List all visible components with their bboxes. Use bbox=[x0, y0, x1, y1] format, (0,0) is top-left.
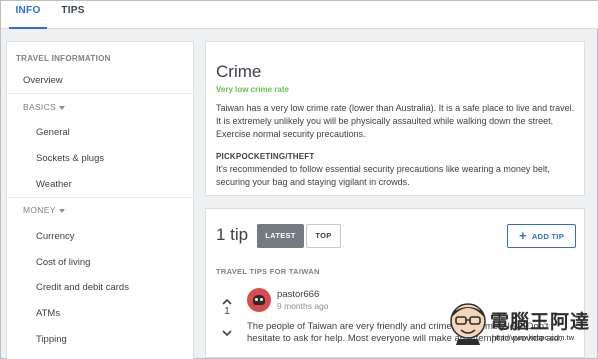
tab-tips[interactable]: TIPS bbox=[61, 1, 85, 29]
sidebar-item-weather[interactable]: Weather bbox=[7, 179, 193, 190]
sidebar-group-money[interactable]: MONEY bbox=[23, 205, 65, 215]
sidebar-item-sockets-plugs[interactable]: Sockets & plugs bbox=[7, 153, 193, 164]
top-button[interactable]: TOP bbox=[306, 224, 341, 248]
sidebar-divider bbox=[7, 93, 193, 94]
crime-description: Taiwan has a very low crime rate (lower … bbox=[216, 103, 575, 139]
sidebar-group-basics[interactable]: BASICS bbox=[23, 102, 65, 112]
sidebar-heading: TRAVEL INFORMATION bbox=[16, 54, 111, 63]
vote-count: 1 bbox=[224, 306, 230, 317]
caret-down-icon bbox=[58, 208, 65, 213]
crime-subheading: PICKPOCKETING/THEFT bbox=[216, 152, 315, 161]
tip-username[interactable]: pastor666 bbox=[277, 289, 319, 300]
sidebar-group-label: BASICS bbox=[23, 102, 56, 112]
watermark: 電腦王阿達 http://www.kocpc.com.tw bbox=[448, 297, 593, 355]
sidebar-item-currency[interactable]: Currency bbox=[7, 231, 193, 242]
crime-rating: Very low crime rate bbox=[216, 85, 289, 94]
caret-down-icon bbox=[58, 105, 65, 110]
avatar[interactable] bbox=[247, 288, 271, 312]
sidebar-item-overview[interactable]: Overview bbox=[7, 75, 193, 86]
sidebar-item-tipping[interactable]: Tipping bbox=[7, 334, 193, 345]
crime-card: Crime Very low crime rate Taiwan has a v… bbox=[205, 41, 585, 196]
watermark-url: http://www.kocpc.com.tw bbox=[492, 333, 575, 342]
sidebar-item-cost-of-living[interactable]: Cost of living bbox=[7, 257, 193, 268]
crime-subdescription: It's recommended to follow essential sec… bbox=[216, 164, 550, 187]
avatar-face bbox=[253, 295, 265, 305]
crime-title: Crime bbox=[216, 62, 262, 81]
tip-timestamp: 9 months ago bbox=[277, 301, 329, 311]
sidebar: TRAVEL INFORMATION Overview BASICS Gener… bbox=[6, 41, 194, 359]
tab-info[interactable]: INFO bbox=[9, 1, 47, 29]
tips-heading: TRAVEL TIPS FOR TAIWAN bbox=[216, 267, 320, 276]
sidebar-item-credit-debit-cards[interactable]: Credit and debit cards bbox=[7, 282, 193, 293]
add-tip-label: ADD TIP bbox=[531, 232, 564, 241]
sidebar-divider bbox=[7, 197, 193, 198]
watermark-brand: 電腦王阿達 bbox=[490, 311, 591, 333]
tab-bar: INFO TIPS bbox=[1, 1, 598, 29]
avatar-eye bbox=[255, 298, 258, 301]
add-tip-button[interactable]: + ADD TIP bbox=[507, 224, 576, 248]
sidebar-item-atms[interactable]: ATMs bbox=[7, 308, 193, 319]
downvote-icon[interactable] bbox=[222, 324, 232, 342]
sidebar-item-general[interactable]: General bbox=[7, 127, 193, 138]
plus-icon: + bbox=[518, 228, 527, 243]
avatar-eye bbox=[260, 298, 263, 301]
tips-count: 1 tip bbox=[216, 225, 249, 244]
mascot-icon bbox=[450, 303, 486, 345]
latest-button[interactable]: LATEST bbox=[257, 224, 304, 248]
sidebar-group-label: MONEY bbox=[23, 205, 56, 215]
